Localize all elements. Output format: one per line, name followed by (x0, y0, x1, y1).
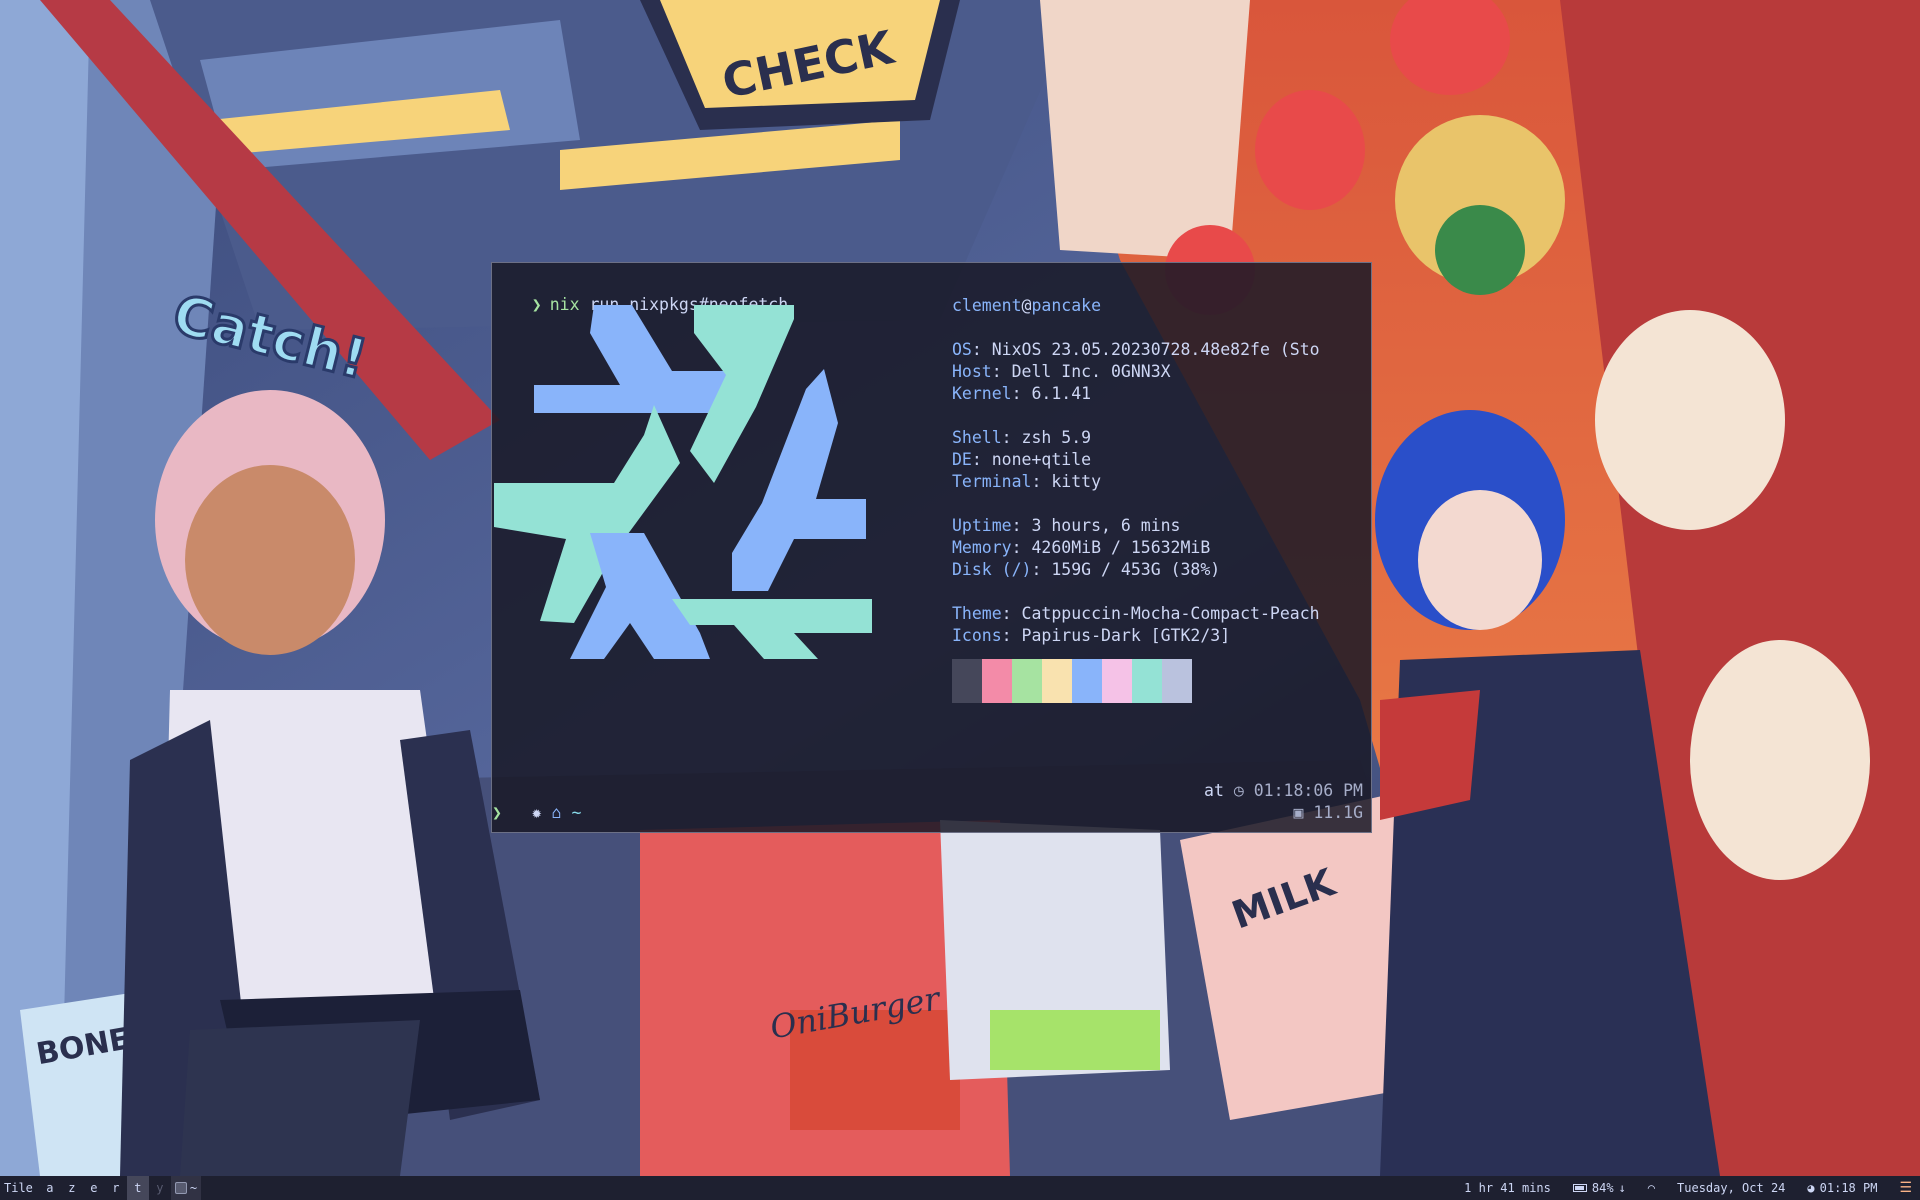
battery-icon (1572, 1184, 1587, 1192)
info-de: DE: none+qtile (952, 450, 1092, 469)
at-label: at (1204, 781, 1224, 800)
info-kernel: Kernel: 6.1.41 (952, 384, 1092, 403)
user-host: clement@pancake (952, 296, 1102, 315)
uptime-text: 1 hr 41 mins (1464, 1181, 1551, 1195)
task-label: ~ (189, 1181, 198, 1195)
info-uptime: Uptime: 3 hours, 6 mins (952, 516, 1181, 535)
palette-swatch (1012, 659, 1042, 703)
clock-icon: ◕ (1807, 1181, 1815, 1195)
info-shell: Shell: zsh 5.9 (952, 428, 1092, 447)
hostname: pancake (1031, 296, 1102, 315)
group-y[interactable]: y (149, 1176, 171, 1200)
prompt-symbol-2: ❯ (492, 803, 502, 822)
wifi-icon: ◠ (1647, 1181, 1656, 1195)
info-icons: Icons: Papirus-Dark [GTK2/3] (952, 626, 1231, 645)
group-a[interactable]: a (39, 1176, 61, 1200)
battery-text: 84% (1591, 1181, 1614, 1195)
date-text: Tuesday, Oct 24 (1677, 1181, 1786, 1195)
date-widget: Tuesday, Oct 24 (1677, 1181, 1785, 1195)
top-bar: Tile a z e r t y ~ 1 hr 41 mins 84% ↓ ◠ T… (0, 1176, 1920, 1200)
palette-swatch (982, 659, 1012, 703)
palette-swatch (1042, 659, 1072, 703)
palette-swatch (1162, 659, 1192, 703)
group-z[interactable]: z (61, 1176, 83, 1200)
info-os: OS: NixOS 23.05.20230728.48e82fe (Sto (952, 340, 1320, 359)
nixos-logo (494, 305, 872, 659)
info-host: Host: Dell Inc. 0GNN3X (952, 362, 1171, 381)
username: clement (952, 296, 1022, 315)
group-box: a z e r t y (39, 1176, 171, 1200)
clock-icon: ◷ (1233, 781, 1244, 800)
input-prompt[interactable]: ❯ (492, 802, 502, 824)
group-t[interactable]: t (126, 1176, 149, 1200)
task-kitty[interactable]: ~ (170, 1176, 202, 1200)
palette-swatch (1072, 659, 1102, 703)
palette-swatch (952, 659, 982, 703)
uptime-widget: 1 hr 41 mins (1464, 1181, 1551, 1195)
group-r[interactable]: r (105, 1176, 127, 1200)
system-info: clement@pancake OS: NixOS 23.05.20230728… (952, 295, 1320, 703)
menu-icon[interactable]: ☰ (1899, 1180, 1912, 1196)
wifi-widget[interactable]: ◠ (1648, 1181, 1655, 1195)
arrow-down-icon: ↓ (1618, 1181, 1626, 1195)
home-icon: ⌂ (551, 803, 562, 822)
time-text: 01:18 PM (1819, 1181, 1878, 1195)
info-theme: Theme: Catppuccin-Mocha-Compact-Peach (952, 604, 1320, 623)
group-e[interactable]: e (83, 1176, 105, 1200)
gear-icon: ✹ (531, 803, 542, 822)
layout-indicator[interactable]: Tile (0, 1181, 39, 1195)
info-terminal: Terminal: kitty (952, 472, 1102, 491)
battery-widget[interactable]: 84% ↓ (1572, 1181, 1626, 1195)
memory-icon: ▣ (1293, 803, 1304, 822)
prompt-memory: 11.1G (1313, 803, 1363, 822)
prompt-right-status: at ◷ 01:18:06 PM ▣ 11.1G (1204, 780, 1363, 824)
color-palette (952, 659, 1320, 703)
clock-widget[interactable]: ◕ 01:18 PM (1807, 1181, 1877, 1195)
palette-swatch (1102, 659, 1132, 703)
shell-prompt: ✹ ⌂ ~ (492, 780, 582, 846)
palette-swatch (1132, 659, 1162, 703)
terminal-icon (174, 1182, 187, 1194)
terminal-window[interactable]: ❯ nix run nixpkgs#neofetch clement@pancak… (491, 262, 1372, 833)
prompt-directory: ~ (571, 803, 582, 822)
info-disk: Disk (/): 159G / 453G (38%) (952, 560, 1221, 579)
prompt-time: 01:18:06 PM (1253, 781, 1363, 800)
info-memory: Memory: 4260MiB / 15632MiB (952, 538, 1211, 557)
